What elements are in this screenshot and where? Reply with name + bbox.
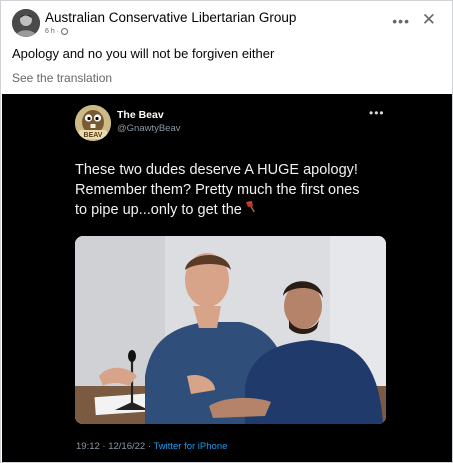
post-time[interactable]: 6 h bbox=[45, 28, 55, 35]
tweet-body: These two dudes deserve A HUGE apology! … bbox=[75, 160, 395, 220]
close-icon[interactable]: ✕ bbox=[422, 10, 436, 30]
avatar-badge-text: BEAV bbox=[84, 132, 103, 139]
tweet-line-1: These two dudes deserve A HUGE apology! bbox=[75, 162, 358, 178]
tweet-timestamp: 19:12 · 12/16/22 · bbox=[76, 441, 154, 452]
tweet-line-2: Remember them? Pretty much the first one… bbox=[75, 182, 360, 198]
tweet-screenshot-image[interactable]: BEAV The Beav @GnawtyBeav ••• These two … bbox=[2, 94, 452, 462]
see-translation-link[interactable]: See the translation bbox=[12, 71, 112, 85]
tweet-author-avatar: BEAV bbox=[75, 105, 111, 141]
axe-emoji-icon bbox=[244, 200, 258, 220]
meta-separator: · bbox=[56, 28, 60, 35]
tweet-line-3: to pipe up...only to get the bbox=[75, 200, 395, 220]
more-options-button[interactable]: ••• bbox=[392, 13, 410, 29]
tweet-author-name: The Beav bbox=[117, 109, 164, 121]
tweet-line-3-text: to pipe up...only to get the bbox=[75, 202, 242, 218]
tweet-photo bbox=[75, 236, 386, 424]
post-header: Australian Conservative Libertarian Grou… bbox=[12, 9, 442, 41]
tweet-more-icon: ••• bbox=[369, 106, 385, 120]
group-avatar[interactable] bbox=[12, 9, 40, 37]
globe-icon bbox=[61, 28, 69, 35]
tweet-author-handle: @GnawtyBeav bbox=[117, 123, 181, 134]
post-text: Apology and no you will not be forgiven … bbox=[12, 46, 275, 61]
post-meta: 6 h · bbox=[45, 28, 69, 35]
tweet-source: Twitter for iPhone bbox=[153, 441, 228, 452]
facebook-post-card: Australian Conservative Libertarian Grou… bbox=[0, 0, 453, 463]
group-name-link[interactable]: Australian Conservative Libertarian Grou… bbox=[45, 10, 296, 25]
tweet-footer: 19:12 · 12/16/22 · Twitter for iPhone bbox=[76, 441, 227, 452]
